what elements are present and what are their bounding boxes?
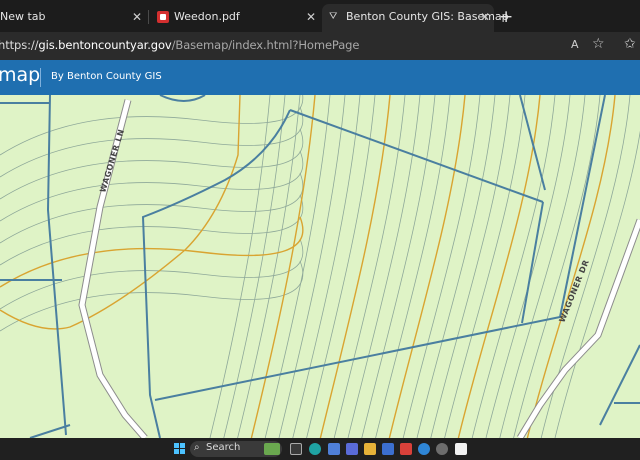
map-canvas[interactable]: WAGONER LN WAGONER DR bbox=[0, 95, 640, 438]
windows-icon[interactable] bbox=[174, 443, 185, 454]
tab-new-tab[interactable]: New tab ✕ bbox=[0, 4, 148, 32]
collections-icon[interactable]: ✩ bbox=[624, 36, 636, 52]
app-subtitle: By Benton County GIS bbox=[51, 71, 162, 82]
app-title: map bbox=[0, 64, 41, 86]
settings-icon[interactable] bbox=[436, 443, 448, 455]
store-icon[interactable] bbox=[328, 443, 340, 455]
url-field[interactable]: https://gis.bentoncountyar.gov/Basemap/i… bbox=[0, 38, 359, 52]
tab-close-icon[interactable]: ✕ bbox=[132, 4, 142, 30]
search-label: Search bbox=[206, 442, 241, 453]
taskbar: ⌕ Search bbox=[0, 438, 640, 460]
search-icon: ⌕ bbox=[194, 442, 200, 453]
tab-close-icon[interactable]: ✕ bbox=[480, 4, 490, 30]
read-aloud-icon[interactable]: A bbox=[571, 38, 579, 51]
map-background bbox=[0, 95, 640, 438]
tab-separator bbox=[148, 10, 149, 24]
map-view[interactable]: WAGONER LN WAGONER DR bbox=[0, 95, 640, 438]
tab-label: New tab bbox=[0, 10, 46, 23]
task-view-icon[interactable] bbox=[290, 443, 302, 455]
pdf-icon bbox=[157, 11, 169, 23]
app-icon[interactable] bbox=[455, 443, 467, 455]
url-prefix: https:// bbox=[0, 38, 39, 52]
header-divider bbox=[40, 68, 41, 87]
teams-icon[interactable] bbox=[400, 443, 412, 455]
widgets-icon[interactable] bbox=[264, 443, 280, 455]
tab-weedon-pdf[interactable]: Weedon.pdf ✕ bbox=[150, 4, 322, 32]
help-icon[interactable] bbox=[418, 443, 430, 455]
tab-label: Weedon.pdf bbox=[174, 10, 240, 23]
tab-benton-gis[interactable]: ⛛ Benton County GIS: Basemap ✕ bbox=[322, 4, 509, 32]
explorer-icon[interactable] bbox=[364, 443, 376, 455]
new-tab-icon[interactable]: + bbox=[499, 4, 513, 30]
address-bar[interactable]: https://gis.bentoncountyar.gov/Basemap/i… bbox=[0, 32, 640, 60]
favorite-star-icon[interactable]: ☆ bbox=[592, 36, 605, 52]
tab-bar: New tab ✕ Weedon.pdf ✕ ⛛ Benton County G… bbox=[0, 0, 640, 32]
edge-icon[interactable] bbox=[309, 443, 321, 455]
url-host: gis.bentoncountyar.gov bbox=[38, 38, 172, 52]
gis-favicon-icon: ⛛ bbox=[329, 11, 338, 22]
app-icon[interactable] bbox=[346, 443, 358, 455]
app-header: map By Benton County GIS bbox=[0, 60, 640, 95]
tab-close-icon[interactable]: ✕ bbox=[306, 4, 316, 30]
mail-icon[interactable] bbox=[382, 443, 394, 455]
url-path: /Basemap/index.html?HomePage bbox=[171, 38, 360, 52]
